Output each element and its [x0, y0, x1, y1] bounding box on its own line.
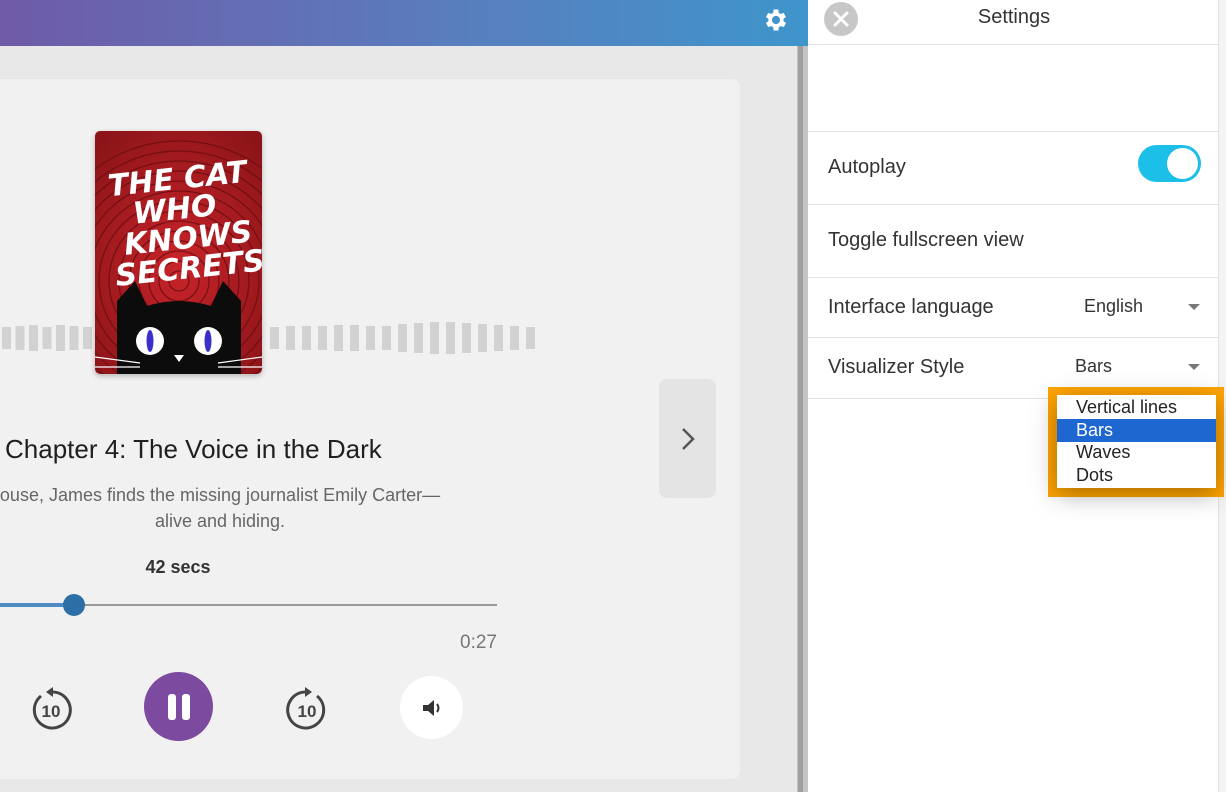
visualizer-bar [29, 325, 38, 351]
next-chapter-button[interactable] [659, 379, 716, 498]
book-cover: THE CAT WHO KNOWS SECRETS [95, 131, 262, 374]
visualizer-bar [318, 326, 327, 350]
visualizer-bar [526, 327, 535, 349]
visualizer-dropdown: Vertical lines Bars Waves Dots [1057, 395, 1216, 488]
visualizer-bar [286, 326, 295, 350]
visualizer-bar [334, 325, 343, 351]
close-icon [833, 11, 849, 27]
visualizer-bar [478, 324, 487, 352]
option-bars[interactable]: Bars [1057, 419, 1216, 442]
remaining-time: 42 secs [145, 557, 211, 577]
progress-thumb[interactable] [63, 594, 85, 616]
chapter-title: Chapter 4: The Voice in the Dark [5, 434, 382, 464]
option-dots[interactable]: Dots [1057, 464, 1216, 487]
visualizer-bar [270, 327, 279, 349]
settings-gear-button[interactable] [760, 4, 792, 36]
panel-divider[interactable] [797, 46, 808, 792]
forward-label: 10 [298, 702, 317, 721]
visualizer-bar [398, 324, 407, 352]
pause-button[interactable] [144, 672, 213, 741]
visualizer-bar [15, 326, 25, 350]
player-header-bar [0, 0, 808, 46]
divider-line [808, 277, 1218, 278]
settings-title: Settings [977, 6, 1051, 28]
rewind-label: 10 [42, 702, 61, 721]
description-line-1: ouse, James finds the missing journalist… [0, 485, 441, 505]
divider-line [808, 337, 1218, 338]
option-waves[interactable]: Waves [1057, 441, 1216, 464]
visualizer-bar [462, 323, 471, 353]
autoplay-label: Autoplay [828, 156, 906, 178]
visualizer-bar [350, 325, 359, 351]
forward-10-button[interactable]: 10 [281, 684, 333, 736]
visualizer-label: Visualizer Style [828, 356, 965, 378]
forward-10-icon: 10 [286, 687, 326, 730]
time-code: 0:27 [460, 632, 497, 653]
rewind-10-button[interactable]: 10 [25, 684, 77, 736]
visualizer-bar [414, 323, 423, 353]
option-vertical-lines[interactable]: Vertical lines [1057, 396, 1216, 419]
toggle-knob [1167, 148, 1198, 179]
visualizer-bar [510, 326, 519, 350]
pause-icon [167, 693, 190, 720]
audio-visualizer [2, 322, 535, 354]
visualizer-bar [83, 327, 92, 349]
chevron-down-icon [1188, 304, 1200, 310]
autoplay-toggle[interactable] [1138, 145, 1201, 182]
visualizer-bar [56, 325, 65, 351]
volume-button[interactable] [400, 676, 463, 739]
visualizer-bar [2, 327, 11, 349]
divider-line [808, 131, 1218, 132]
visualizer-bar [494, 325, 503, 351]
volume-icon [422, 699, 439, 716]
visualizer-bar [382, 326, 391, 350]
divider-line [808, 204, 1218, 205]
close-settings-button[interactable] [824, 2, 858, 36]
gear-icon [765, 9, 787, 31]
chapter-description: ouse, James finds the missing journalist… [0, 482, 500, 534]
rewind-10-icon: 10 [32, 687, 72, 730]
chevron-down-icon [1188, 364, 1200, 370]
visualizer-bar [42, 327, 52, 349]
language-label: Interface language [828, 296, 994, 318]
visualizer-bar [446, 322, 455, 354]
visualizer-select[interactable]: Bars [1075, 356, 1112, 377]
visualizer-bar [366, 326, 375, 350]
visualizer-bar [430, 322, 439, 354]
divider-line [808, 44, 1218, 45]
visualizer-bar [69, 326, 79, 350]
visualizer-bar [302, 326, 311, 350]
fullscreen-toggle[interactable]: Toggle fullscreen view [828, 229, 1024, 252]
description-line-2: alive and hiding. [154, 511, 286, 531]
language-select[interactable]: English [1084, 296, 1143, 317]
chevron-right-icon [681, 427, 695, 450]
